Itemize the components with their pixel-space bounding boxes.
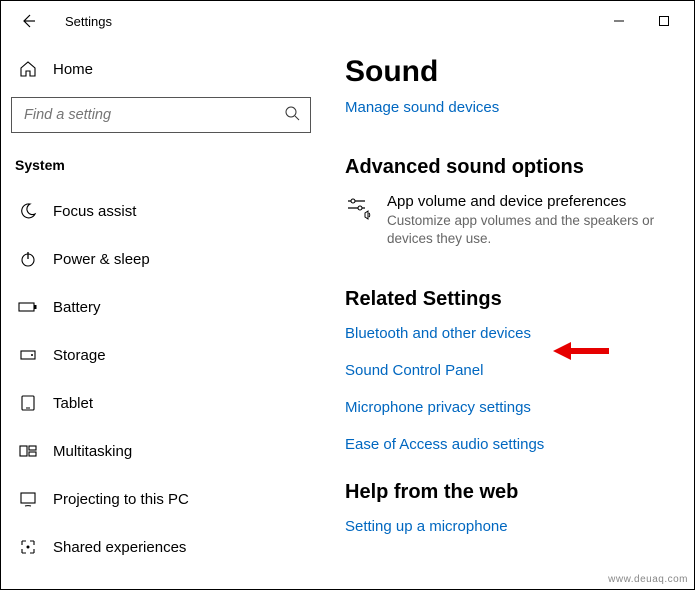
- storage-icon: [17, 346, 39, 364]
- help-heading: Help from the web: [345, 481, 670, 504]
- help-link-mic-setup[interactable]: Setting up a microphone: [345, 518, 670, 535]
- maximize-button[interactable]: [641, 6, 686, 36]
- sidebar-item-label: Projecting to this PC: [53, 491, 189, 508]
- back-arrow-icon: [18, 12, 36, 30]
- related-link-ease-of-access[interactable]: Ease of Access audio settings: [345, 436, 670, 453]
- sidebar-item-label: Storage: [53, 347, 106, 364]
- multitasking-icon: [17, 442, 39, 460]
- maximize-icon: [658, 15, 670, 27]
- sidebar-item-label: Multitasking: [53, 443, 132, 460]
- projecting-icon: [17, 490, 39, 508]
- sidebar-item-multitasking[interactable]: Multitasking: [11, 427, 311, 475]
- adv-option-title: App volume and device preferences: [387, 193, 670, 210]
- tablet-icon: [17, 394, 39, 412]
- sidebar-item-shared-experiences[interactable]: Shared experiences: [11, 523, 311, 571]
- adv-option-desc: Customize app volumes and the speakers o…: [387, 212, 670, 248]
- advanced-heading: Advanced sound options: [345, 156, 670, 179]
- sidebar-item-power-sleep[interactable]: Power & sleep: [11, 235, 311, 283]
- battery-icon: [17, 298, 39, 316]
- sidebar-item-label: Shared experiences: [53, 539, 186, 556]
- sidebar-item-battery[interactable]: Battery: [11, 283, 311, 331]
- page-heading: Sound: [345, 55, 670, 89]
- sliders-icon: [345, 193, 373, 248]
- related-link-sound-control-panel[interactable]: Sound Control Panel: [345, 362, 670, 379]
- related-link-bluetooth[interactable]: Bluetooth and other devices: [345, 325, 670, 342]
- sidebar-item-projecting[interactable]: Projecting to this PC: [11, 475, 311, 523]
- sidebar-item-tablet[interactable]: Tablet: [11, 379, 311, 427]
- sidebar-item-label: Power & sleep: [53, 251, 150, 268]
- sidebar-item-label: Battery: [53, 299, 101, 316]
- manage-sound-devices-link[interactable]: Manage sound devices: [345, 99, 670, 116]
- sidebar-item-label: Tablet: [53, 395, 93, 412]
- related-heading: Related Settings: [345, 288, 670, 311]
- search-icon: [284, 105, 300, 126]
- sidebar-item-label: Focus assist: [53, 203, 136, 220]
- related-link-mic-privacy[interactable]: Microphone privacy settings: [345, 399, 670, 416]
- watermark: www.deuaq.com: [608, 574, 688, 585]
- sidebar-category: System: [11, 151, 311, 187]
- sidebar-home[interactable]: Home: [11, 49, 311, 89]
- minimize-button[interactable]: [596, 6, 641, 36]
- sidebar-home-label: Home: [53, 61, 93, 78]
- app-volume-row[interactable]: App volume and device preferences Custom…: [345, 193, 670, 248]
- sidebar-item-storage[interactable]: Storage: [11, 331, 311, 379]
- window-title: Settings: [65, 14, 112, 29]
- home-icon: [17, 60, 39, 78]
- sidebar: Home System Focus assist Power & sleep: [1, 41, 321, 589]
- minimize-icon: [613, 15, 625, 27]
- moon-icon: [17, 202, 39, 220]
- shared-icon: [17, 538, 39, 556]
- main-content: Sound Manage sound devices Advanced soun…: [321, 41, 694, 589]
- back-button[interactable]: [9, 3, 45, 39]
- search-input[interactable]: [24, 107, 284, 123]
- sidebar-item-focus-assist[interactable]: Focus assist: [11, 187, 311, 235]
- power-icon: [17, 250, 39, 268]
- search-box[interactable]: [11, 97, 311, 133]
